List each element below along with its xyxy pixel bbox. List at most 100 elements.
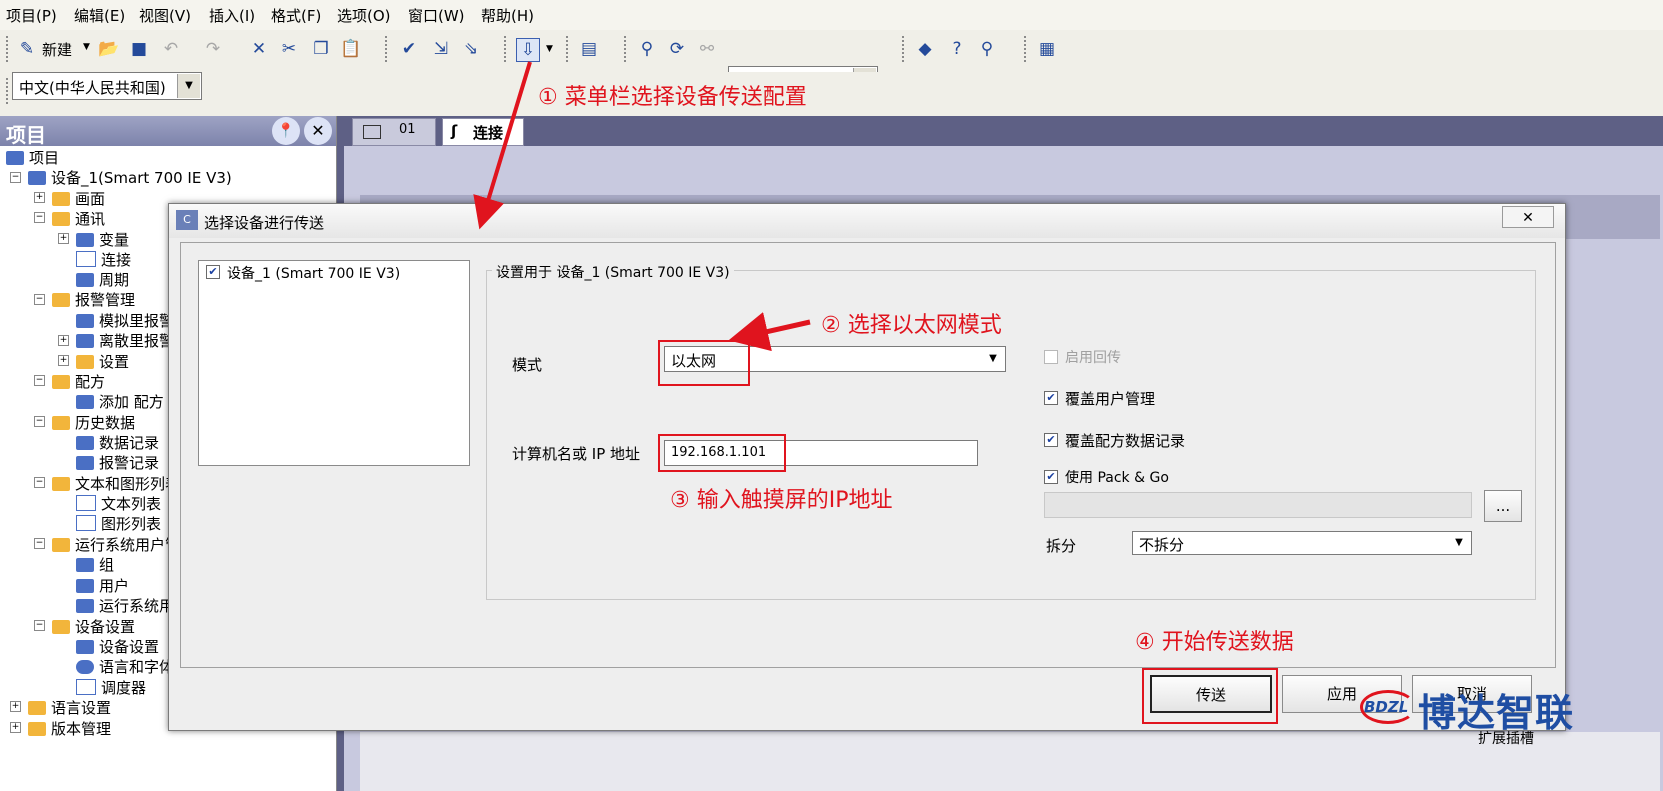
tree-item-version-management[interactable]: 版本管理 (28, 718, 111, 739)
folder-icon (28, 701, 46, 715)
expand-icon[interactable]: + (10, 701, 21, 712)
library-icon[interactable]: ◆ (914, 38, 936, 60)
chevron-down-icon[interactable]: ▼ (177, 74, 200, 98)
tab-screen-01[interactable]: 01 (352, 118, 436, 146)
collapse-icon[interactable]: − (34, 620, 45, 631)
pack-go-path-input[interactable] (1044, 492, 1472, 518)
data-log-icon (76, 436, 94, 450)
devices-icon[interactable]: ▤ (578, 38, 600, 60)
menu-options[interactable]: 选项(O) (337, 5, 391, 26)
generate-icon[interactable]: ⇲ (430, 38, 452, 60)
menu-help[interactable]: 帮助(H) (481, 5, 534, 26)
overwrite-users-checkbox[interactable]: ✔ (1044, 391, 1058, 405)
tree-item-historical-data[interactable]: 历史数据 (52, 412, 135, 433)
tab-connections[interactable]: ʃ 连接 (442, 118, 524, 146)
tree-item-text-lists[interactable]: 文本列表 (76, 493, 161, 514)
tree-item-communication[interactable]: 通讯 (52, 208, 105, 229)
tree-item-discrete-alarms[interactable]: 离散里报警 (76, 330, 174, 351)
folder-icon (52, 416, 70, 430)
device-item-label[interactable]: 设备_1 (Smart 700 IE V3) (227, 263, 400, 283)
browse-button[interactable]: ... (1484, 490, 1522, 522)
new-button[interactable]: 新建 (42, 39, 72, 60)
expand-icon[interactable]: + (58, 233, 69, 244)
open-icon[interactable]: 📂 (98, 38, 120, 60)
tree-item-recipes[interactable]: 配方 (52, 371, 105, 392)
tree-item-languages-fonts[interactable]: 语言和字体 (76, 656, 174, 677)
toolbar-grip (6, 78, 8, 106)
compile-icon[interactable]: ⇘ (460, 38, 482, 60)
collapse-icon[interactable]: − (34, 212, 45, 223)
toolbar-separator (624, 36, 626, 64)
find-icon[interactable]: ⚲ (636, 38, 658, 60)
paste-icon[interactable]: 📋 (340, 38, 362, 60)
save-icon[interactable]: ■ (128, 38, 150, 60)
ip-highlight-box (658, 434, 786, 472)
collapse-icon[interactable]: − (34, 416, 45, 427)
tree-item-graphic-lists[interactable]: 图形列表 (76, 513, 161, 534)
tree-item-project[interactable]: 项目 (6, 147, 59, 168)
tree-item-analog-alarms[interactable]: 模拟里报警 (76, 310, 174, 331)
language-combo[interactable]: 中文(中华人民共和国) ▼ (12, 72, 202, 100)
tree-item-tags[interactable]: 变量 (76, 229, 129, 250)
tree-item-users[interactable]: 用户 (76, 575, 129, 596)
window-layout-icon[interactable]: ▦ (1036, 38, 1058, 60)
pin-icon[interactable]: 📍 (272, 117, 300, 145)
menu-format[interactable]: 格式(F) (271, 5, 321, 26)
expand-icon[interactable]: + (34, 192, 45, 203)
collapse-icon[interactable]: − (10, 172, 21, 183)
refresh-icon[interactable]: ⟳ (666, 38, 688, 60)
new-dropdown-icon[interactable]: ▼ (83, 42, 90, 52)
collapse-icon[interactable]: − (34, 477, 45, 488)
menu-project[interactable]: 项目(P) (6, 5, 57, 26)
enable-backtransfer-checkbox[interactable] (1044, 350, 1058, 364)
tree-item-alarm-management[interactable]: 报警管理 (52, 289, 135, 310)
tree-item-device-settings-folder[interactable]: 设备设置 (52, 616, 135, 637)
overwrite-recipes-checkbox[interactable]: ✔ (1044, 433, 1058, 447)
redo-icon[interactable]: ↷ (202, 38, 224, 60)
menu-edit[interactable]: 编辑(E) (74, 5, 125, 26)
tree-item-text-graphic-lists[interactable]: 文本和图形列表 (52, 473, 180, 494)
context-help-icon[interactable]: ⚲ (976, 38, 998, 60)
tree-item-add-recipe[interactable]: 添加 配方 (76, 391, 164, 412)
close-icon[interactable]: ✕ (304, 117, 332, 145)
copy-icon[interactable]: ❐ (310, 38, 332, 60)
menu-view[interactable]: 视图(V) (139, 5, 191, 26)
dialog-close-button[interactable]: ✕ (1502, 206, 1554, 228)
collapse-icon[interactable]: − (34, 375, 45, 386)
chevron-down-icon[interactable]: ▼ (982, 348, 1004, 370)
tree-item-screens[interactable]: 画面 (52, 188, 105, 209)
delete-icon[interactable]: ✕ (248, 38, 270, 60)
collapse-icon[interactable]: − (34, 538, 45, 549)
tree-item-cycles[interactable]: 周期 (76, 269, 129, 290)
tree-item-language-settings[interactable]: 语言设置 (28, 697, 111, 718)
expand-icon[interactable]: + (58, 355, 69, 366)
check-icon[interactable]: ✔ (398, 38, 420, 60)
new-icon[interactable]: ✎ (16, 38, 38, 60)
cut-icon[interactable]: ✂ (278, 38, 300, 60)
cross-reference-icon[interactable]: ⚯ (696, 38, 718, 60)
help-icon[interactable]: ? (946, 38, 968, 60)
tree-item-alarm-settings[interactable]: 设置 (76, 351, 129, 372)
chevron-down-icon[interactable]: ▼ (1448, 533, 1470, 553)
expand-icon[interactable]: + (10, 722, 21, 733)
menu-insert[interactable]: 插入(I) (209, 5, 255, 26)
tree-item-scheduler[interactable]: 调度器 (76, 677, 146, 698)
tree-item-device-settings[interactable]: 设备设置 (76, 636, 159, 657)
overwrite-users-label: 覆盖用户管理 (1065, 390, 1156, 408)
split-select[interactable]: 不拆分 ▼ (1132, 531, 1472, 555)
tree-item-device[interactable]: 设备_1(Smart 700 IE V3) (28, 167, 232, 188)
expand-icon[interactable]: + (58, 335, 69, 346)
tree-item-connections[interactable]: 连接 (76, 249, 131, 270)
tree-item-alarm-logs[interactable]: 报警记录 (76, 452, 159, 473)
transfer-settings-icon[interactable]: ⇩ (516, 38, 540, 62)
tree-item-groups[interactable]: 组 (76, 554, 114, 575)
tree-item-data-logs[interactable]: 数据记录 (76, 432, 159, 453)
device-checkbox[interactable]: ✔ (206, 265, 220, 279)
toolbar-grip (6, 36, 8, 64)
collapse-icon[interactable]: − (34, 294, 45, 305)
pack-go-checkbox[interactable]: ✔ (1044, 470, 1058, 484)
undo-icon[interactable]: ↶ (160, 38, 182, 60)
transfer-highlight-box (1142, 668, 1278, 724)
transfer-dropdown-icon[interactable]: ▼ (546, 44, 553, 54)
menu-window[interactable]: 窗口(W) (408, 5, 465, 26)
